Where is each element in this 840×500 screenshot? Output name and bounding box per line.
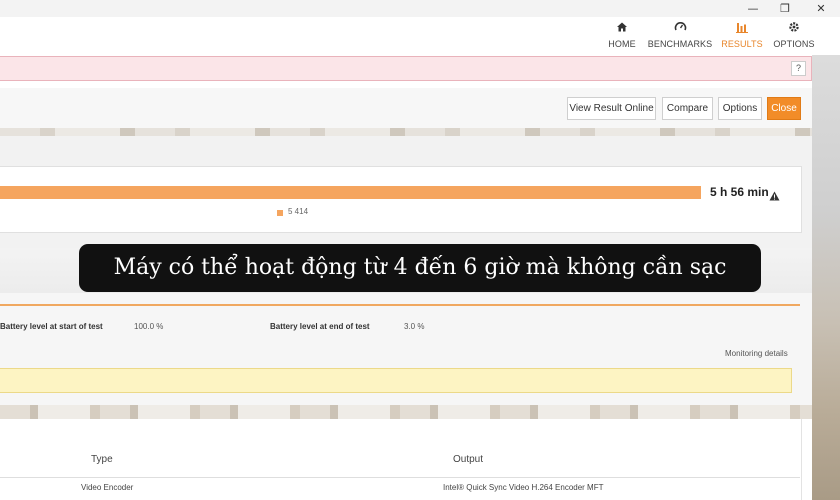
alert-banner: ?: [0, 56, 812, 81]
table-cell-output: Intel® Quick Sync Video H.264 Encoder MF…: [443, 483, 604, 492]
battery-end-value: 3.0 %: [404, 322, 425, 331]
nav-benchmarks-label: BENCHMARKS: [647, 39, 713, 49]
table-header-output: Output: [453, 454, 484, 465]
home-icon: [603, 17, 641, 37]
nav-results-label: RESULTS: [721, 39, 763, 49]
battery-end-label: Battery level at end of test: [270, 322, 370, 331]
battery-life-value: 5 h 56 min: [710, 185, 769, 199]
battery-start-label: Battery level at start of test: [0, 322, 103, 331]
nav-results[interactable]: RESULTS: [721, 17, 763, 55]
compare-button[interactable]: Compare: [662, 97, 713, 120]
table-header-type: Type: [91, 454, 113, 465]
nav-options[interactable]: OPTIONS: [771, 17, 817, 55]
background-photo-strip: [0, 405, 812, 419]
window-title-bar: — ❐ ✕: [0, 0, 840, 17]
nav-benchmarks[interactable]: BENCHMARKS: [647, 17, 713, 55]
close-button[interactable]: Close: [767, 97, 801, 120]
battery-life-bar: [0, 186, 701, 199]
battery-start-value: 100.0 %: [134, 322, 164, 331]
section-rule: [0, 304, 800, 306]
table-header-divider: [0, 477, 800, 478]
background-photo-strip: [0, 128, 812, 136]
result-action-bar: View Result Online Compare Options Close: [0, 88, 812, 128]
battery-result-card: [0, 166, 802, 233]
warning-triangle-icon[interactable]: [769, 186, 780, 205]
details-section: [0, 293, 812, 415]
caption-overlay: Máy có thể hoạt động từ 4 đến 6 giờ mà k…: [79, 244, 761, 292]
bar-chart-icon: [721, 17, 763, 37]
nav-home-label: HOME: [608, 39, 636, 49]
nav-home[interactable]: HOME: [603, 17, 641, 55]
restore-button[interactable]: ❐: [770, 0, 800, 17]
help-button[interactable]: ?: [791, 61, 806, 76]
table-cell-type: Video Encoder: [81, 483, 134, 492]
legend-score: 5 414: [288, 207, 309, 216]
monitoring-details-link[interactable]: Monitoring details: [725, 349, 788, 358]
view-result-online-button[interactable]: View Result Online: [567, 97, 656, 120]
legend-swatch: [277, 210, 283, 216]
close-window-button[interactable]: ✕: [806, 0, 836, 17]
gear-icon: [771, 17, 817, 37]
nav-options-label: OPTIONS: [773, 39, 815, 49]
info-notice: [0, 368, 792, 393]
top-navigation: HOME BENCHMARKS RESULTS OPTIONS: [0, 17, 840, 55]
minimize-button[interactable]: —: [738, 0, 768, 17]
background-photo: [812, 55, 840, 500]
options-button[interactable]: Options: [718, 97, 762, 120]
gauge-icon: [647, 17, 713, 37]
